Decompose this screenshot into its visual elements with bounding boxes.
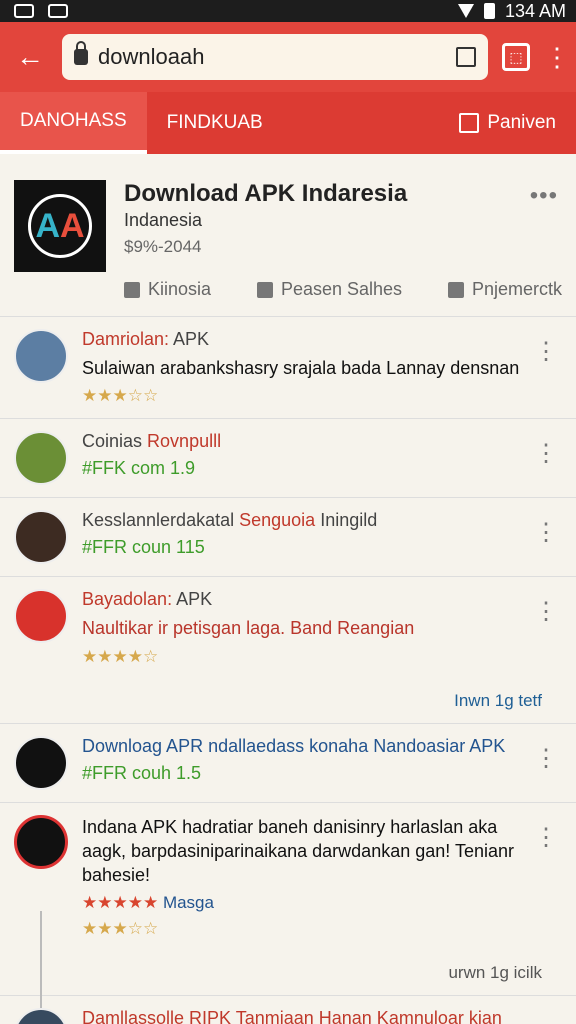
more-icon[interactable]: ⋮ [534,439,558,468]
post-link[interactable]: urwn 1g icilk [82,963,542,983]
feed-item: Kesslannlerdakatal Senguoia Iningild #FF… [0,498,576,578]
more-icon[interactable]: ⋮ [534,744,558,773]
menu-icon[interactable]: ⋮ [544,44,570,70]
post-author: Downloag APR ndallaedass konaha Nandoasi… [82,735,506,756]
share-icon [447,281,464,298]
more-icon[interactable]: ⋮ [534,823,558,852]
tab-findkuab[interactable]: FINDKUAB [147,92,283,154]
rating-stars: ★★★★☆ [82,646,159,666]
tab-bar: DANOHASS FINDKUAB Paniven [0,92,576,154]
url-input[interactable]: downloaah [62,34,488,80]
url-text: downloaah [98,44,205,69]
avatar [14,735,68,790]
feed-item: Indana APK hadratiar baneh danisinry har… [0,803,576,1024]
feed-item: Damriolan: APK Sulaiwan arabankshasry sr… [0,317,576,420]
avatar [14,589,68,644]
status-time: 134 AM [504,0,566,21]
more-icon[interactable]: ••• [530,182,558,210]
tabs-icon[interactable]: ⬚ [502,43,530,71]
avatar [14,1008,68,1024]
post-text: Naultikar ir petisgan laga. Band Reangia… [82,618,415,639]
post-meta: #FFR coun 115 [82,537,205,558]
app-title: Download APK Indaresia [124,180,408,207]
more-icon[interactable]: ⋮ [534,597,558,626]
status-bar: 134 AM [0,0,576,22]
bookmark-icon[interactable] [456,47,476,67]
avatar [14,329,68,383]
app-price: $9%-2044 [124,237,202,256]
comment-icon [256,281,273,298]
post-author: Damriolan: [82,329,170,349]
more-icon[interactable]: ⋮ [534,518,558,547]
post-author: Kesslannlerdakatal [82,510,235,531]
notification-icon [14,4,34,18]
browser-toolbar: ← downloaah ⬚ ⋮ [0,22,576,92]
post-meta: #FFR couh 1.5 [82,762,202,783]
share-icon [459,113,480,133]
like-icon [124,281,140,298]
post-meta: #FFK com 1.9 [82,458,196,479]
post-author: Bayadolan: [82,589,173,610]
share-action-button[interactable]: Pnjemerctk [447,279,562,300]
more-icon[interactable]: ⋮ [534,337,558,366]
like-button[interactable]: Kiinosia [124,279,211,300]
post-author: Coinias [82,431,143,452]
app-subtitle: Indanesia [124,210,203,230]
back-icon[interactable]: ← [12,41,48,73]
share-button[interactable]: Paniven [459,92,576,154]
feed-item: Damllassolle RIPK Tanmiaan Hanan Kamnulo… [0,996,576,1024]
post-text: Indana APK hadratiar baneh danisinry har… [82,816,514,886]
avatar [14,431,68,486]
notification-icon [48,4,68,18]
post-link[interactable]: Inwn 1g tetf [82,691,542,711]
rating-stars: ★★★☆☆ [82,386,159,406]
app-logo: AA [14,180,106,272]
tab-danohass[interactable]: DANOHASS [0,92,147,154]
post-author: Damllassolle RIPK Tanmiaan Hanan Kamnulo… [82,1008,502,1024]
battery-icon [483,3,495,19]
logo-mark: AA [28,194,92,258]
wifi-icon [457,4,474,18]
lock-icon [74,41,88,65]
post-text: Sulaiwan arabankshasry srajala bada Lann… [82,358,520,378]
feed-item: Downloag APR ndallaedass konaha Nandoasi… [0,724,576,803]
comment-button[interactable]: Peasen Salhes [256,279,402,300]
app-header: AA Download APK Indaresia Indanesia $9%-… [0,154,576,317]
feed-item: Bayadolan: APK Naultikar ir petisgan lag… [0,577,576,724]
rating-stars: ★★★☆☆ [82,919,159,939]
avatar [14,814,68,869]
avatar [14,510,68,565]
feed-item: Coinias Rovnpulll #FFK com 1.9 ⋮ [0,419,576,499]
